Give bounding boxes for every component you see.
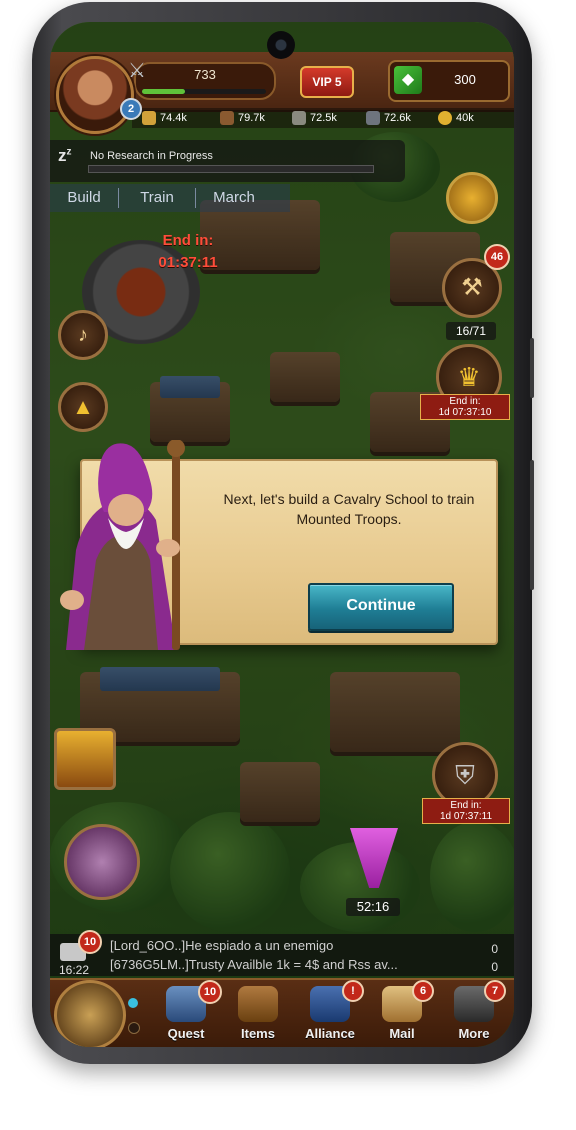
wood-icon	[220, 111, 234, 126]
vip-button[interactable]: VIP 5	[300, 66, 354, 98]
forge-timer: End in: 01:37:11	[118, 230, 258, 274]
player-avatar[interactable]	[56, 56, 134, 134]
stone-icon	[292, 111, 306, 126]
player-level-badge: 2	[120, 98, 142, 120]
stone-value: 72.5k	[310, 112, 337, 124]
phone-volume-button	[530, 338, 534, 398]
continue-button[interactable]: Continue	[308, 583, 454, 631]
upgrade-arrow-button[interactable]: ▲	[58, 382, 108, 432]
builder-count-badge: 46	[484, 244, 510, 270]
power-progress-bar	[142, 89, 266, 94]
stone-resource[interactable]: 72.5k	[292, 109, 337, 127]
mail-badge: 6	[412, 980, 434, 1002]
food-resource[interactable]: 74.4k	[142, 109, 187, 127]
sleep-icon: zz	[58, 146, 72, 165]
phone-power-button	[530, 460, 534, 590]
treasure-chest-button[interactable]	[446, 172, 498, 224]
nav-more-label: More	[458, 1026, 490, 1041]
troops-counter: 16/71	[446, 322, 496, 340]
tab-march[interactable]: March	[196, 184, 272, 212]
knight-event-timer: End in: 1d 07:37:11	[422, 798, 510, 824]
crown-timer-value: 1d 07:37:10	[438, 407, 492, 418]
nav-items-label: Items	[241, 1026, 275, 1041]
nav-alliance-label: Alliance	[305, 1026, 355, 1041]
iron-icon	[366, 111, 380, 126]
gold-resource[interactable]: 40k	[438, 109, 474, 127]
forge-timer-label: End in:	[162, 232, 214, 249]
gift-chest-button[interactable]	[54, 728, 116, 790]
chat-unread-badge: 10	[78, 930, 102, 954]
iron-resource[interactable]: 72.6k	[366, 109, 411, 127]
gold-value: 40k	[456, 112, 474, 124]
research-status: No Research in Progress	[90, 150, 213, 162]
queue-tabs: Build Train March	[50, 184, 290, 212]
gold-coin-icon	[438, 111, 452, 126]
chat-message-1: [Lord_6OO..]He espiado a un enemigo	[110, 938, 334, 953]
tab-train[interactable]: Train	[119, 184, 195, 212]
power-value: 733	[194, 67, 216, 82]
drill-timer: 52:16	[346, 898, 400, 916]
chat-friends-count: 0	[491, 942, 498, 956]
hud-layer: 733 ⚔ 2 VIP 5 ◆ 300 74.4k 79.7k 72.5k 72…	[50, 22, 514, 1047]
knight-timer-label: End in:	[450, 800, 482, 811]
crown-timer-label: End in:	[449, 396, 481, 407]
page-dot-active	[128, 998, 138, 1008]
iron-value: 72.6k	[384, 112, 411, 124]
horn-button[interactable]: ♪	[58, 310, 108, 360]
gem-icon: ◆	[394, 66, 422, 94]
world-map-button[interactable]	[54, 980, 126, 1047]
front-camera	[267, 31, 295, 59]
chat-mail-count: 0	[491, 960, 498, 974]
dialog-message: Next, let's build a Cavalry School to tr…	[223, 491, 475, 527]
items-bag-icon	[238, 986, 278, 1022]
alliance-badge: !	[342, 980, 364, 1002]
research-progress-bar	[88, 165, 374, 173]
chat-message-2: [6736G5LM..]Trusty Availble 1k = 4$ and …	[110, 957, 398, 972]
clock: 16:22	[58, 963, 90, 977]
knight-timer-value: 1d 07:37:11	[439, 811, 493, 822]
gems-panel[interactable]: ◆ 300	[388, 60, 510, 102]
forge-timer-value: 01:37:11	[158, 254, 218, 271]
research-panel[interactable]: zz No Research in Progress	[50, 140, 405, 182]
power-progress-fill	[142, 89, 186, 94]
nav-mail-label: Mail	[389, 1026, 415, 1041]
power-panel[interactable]: 733	[134, 62, 276, 100]
wood-resource[interactable]: 79.7k	[220, 109, 265, 127]
page-dot	[128, 1022, 140, 1034]
crossed-swords-icon: ⚔	[128, 60, 146, 82]
quest-badge: 10	[198, 980, 222, 1004]
gems-value: 300	[454, 72, 476, 87]
resource-bar[interactable]: 74.4k 79.7k 72.5k 72.6k 40k	[132, 108, 514, 128]
advisor-portrait-button[interactable]	[64, 824, 140, 900]
wood-value: 79.7k	[238, 112, 265, 124]
food-value: 74.4k	[160, 112, 187, 124]
wheat-icon	[142, 111, 156, 126]
drill-icon[interactable]	[350, 828, 398, 888]
wizard-advisor	[60, 440, 185, 650]
chat-panel[interactable]: [Lord_6OO..]He espiado a un enemigo [673…	[50, 934, 514, 976]
crown-event-timer: End in: 1d 07:37:10	[420, 394, 510, 420]
nav-items[interactable]: Items	[222, 982, 294, 1046]
more-badge: 7	[484, 980, 506, 1002]
tab-build[interactable]: Build	[50, 184, 118, 212]
nav-quest-label: Quest	[167, 1026, 205, 1041]
